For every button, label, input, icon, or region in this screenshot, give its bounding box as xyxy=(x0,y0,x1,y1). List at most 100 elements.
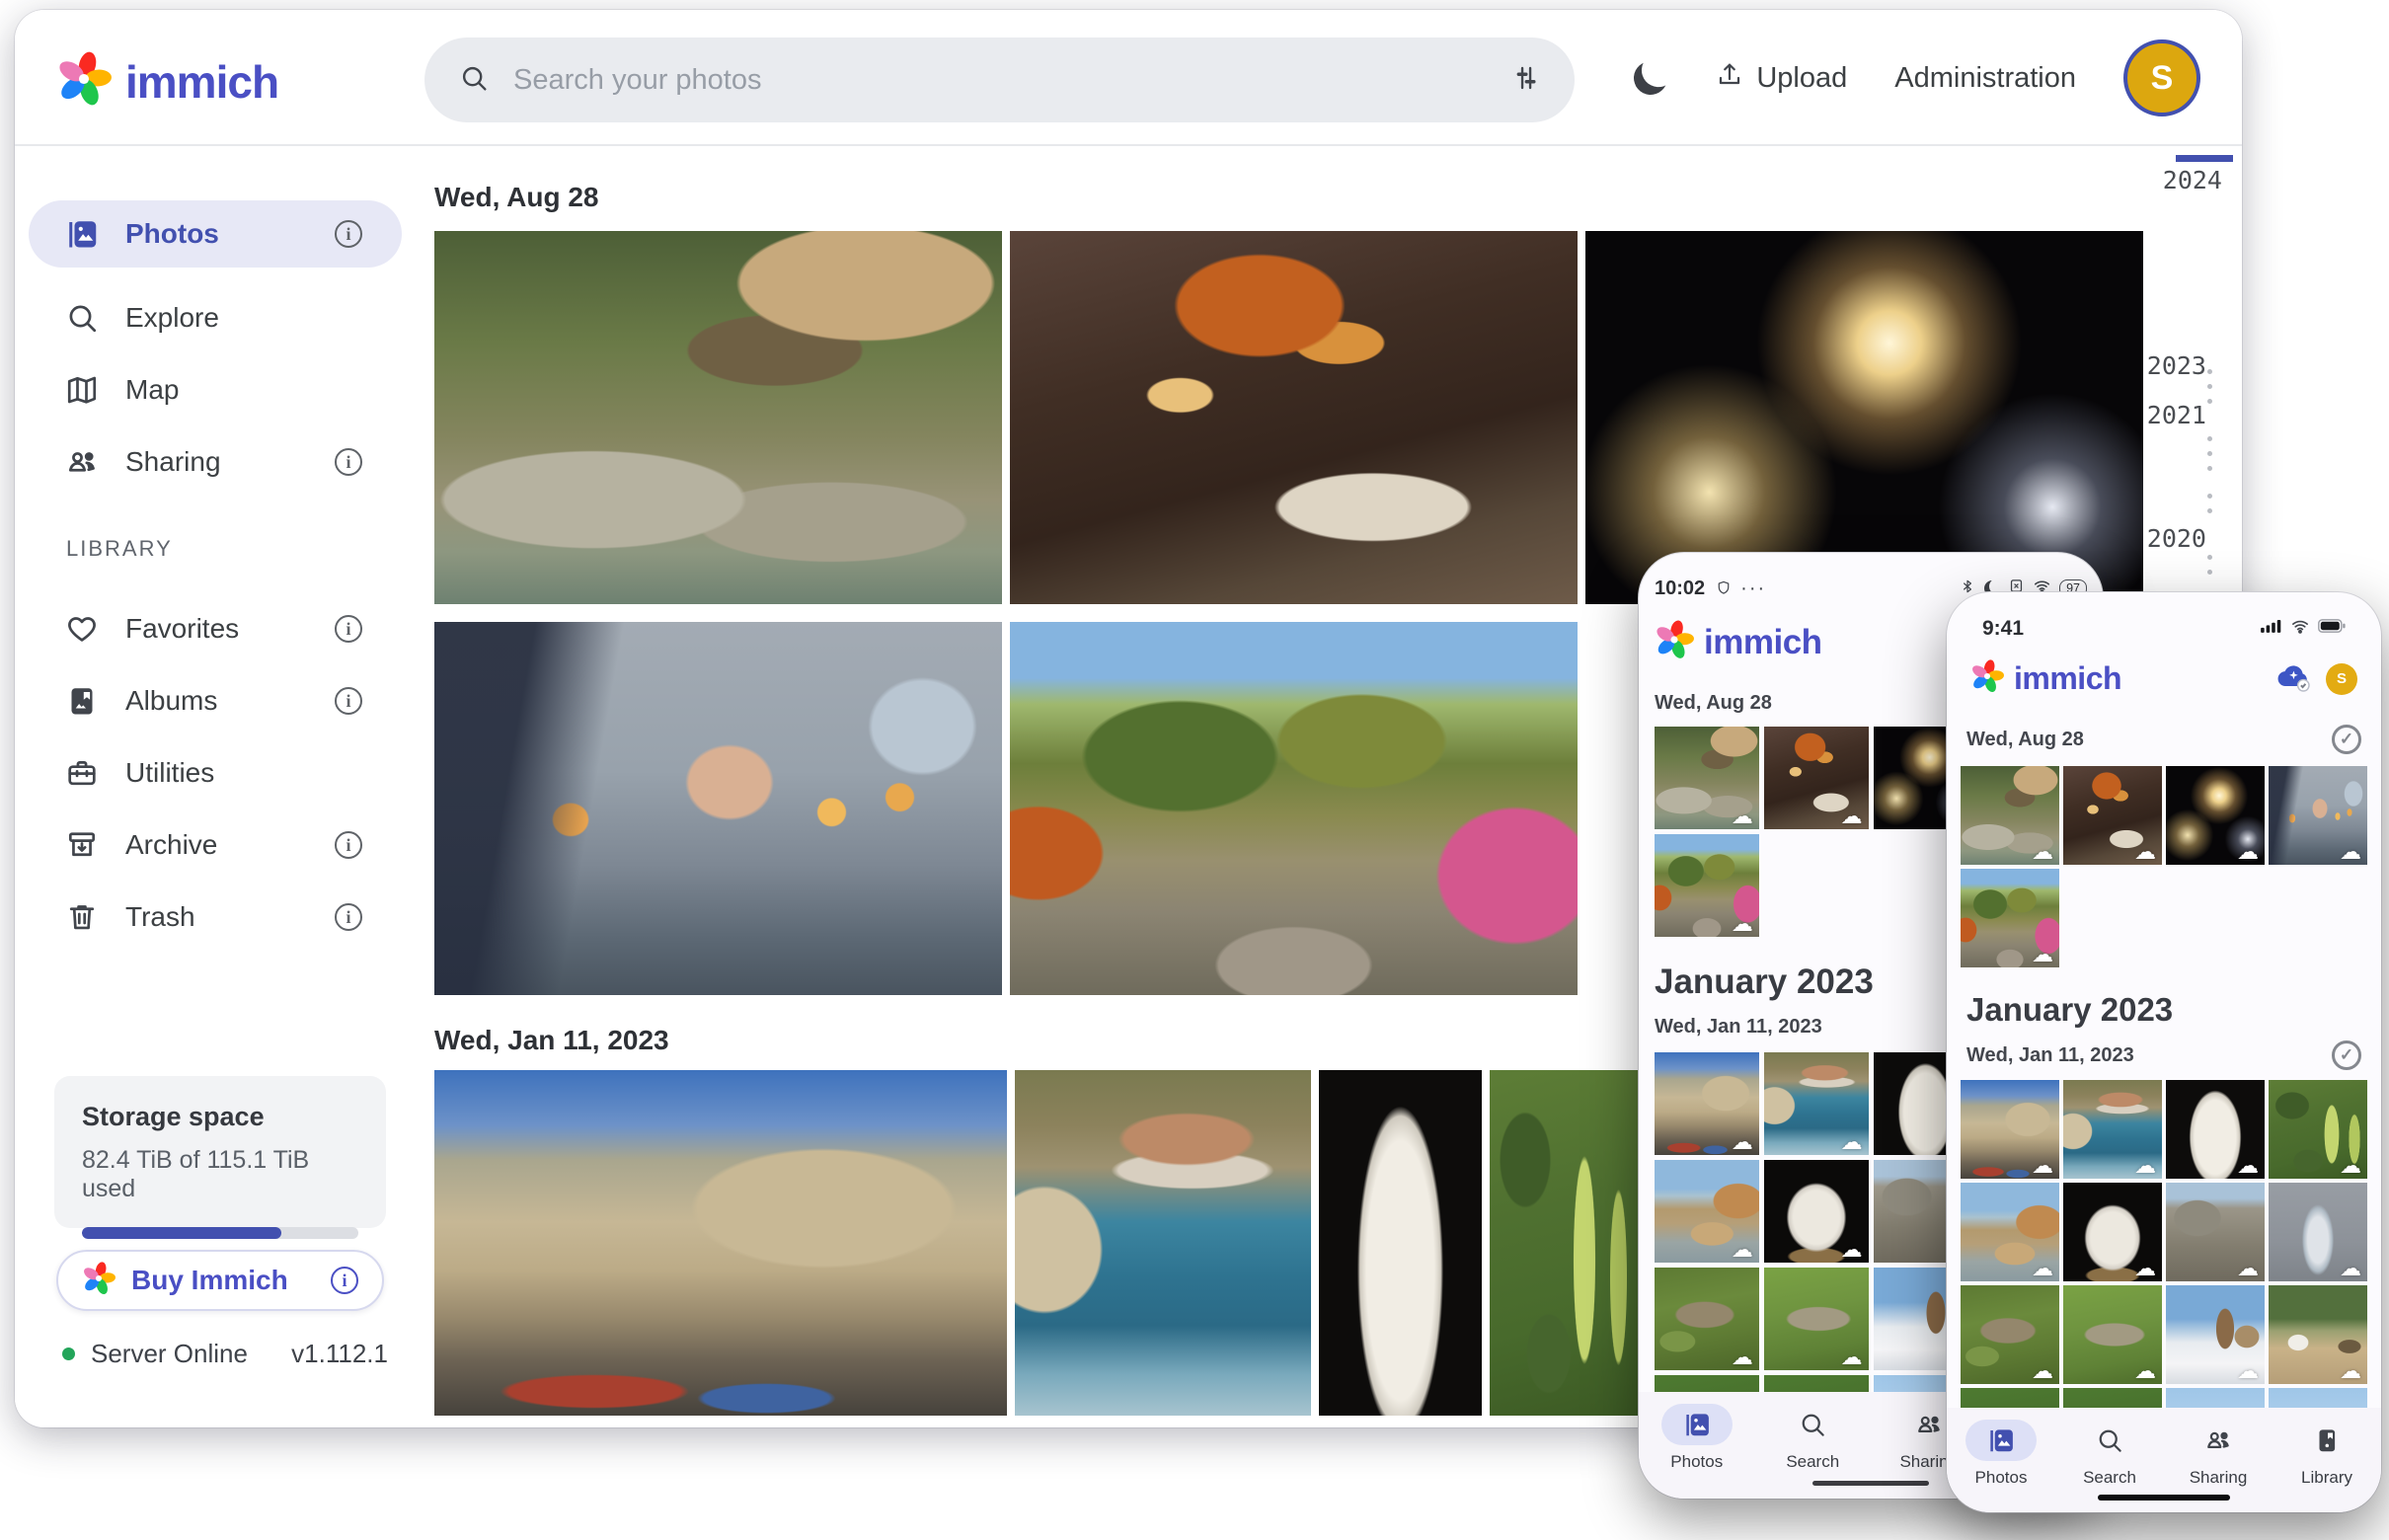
photo-thumbnail-coast[interactable]: ☁ xyxy=(2063,1080,2162,1179)
sidebar-item-explore[interactable]: Explore xyxy=(29,284,402,351)
photo-thumbnail-path[interactable] xyxy=(1010,622,1578,995)
photo-thumbnail-lizard2[interactable]: ☁ xyxy=(1764,1268,1869,1370)
search-bar[interactable] xyxy=(424,38,1575,122)
cloud-backup-icon: ☁ xyxy=(2134,1360,2156,1382)
home-indicator[interactable] xyxy=(1812,1481,1929,1486)
search-input[interactable] xyxy=(513,64,1486,97)
photo-thumbnail-monkeys[interactable]: ☁ xyxy=(1961,766,2059,865)
nav-item-search[interactable]: Search xyxy=(1777,1404,1848,1472)
select-all-check-icon[interactable]: ✓ xyxy=(2332,725,2361,754)
date-header-row: Wed, Aug 28 ✓ xyxy=(1961,725,2367,754)
photo-thumbnail-lizard[interactable]: ☁ xyxy=(1655,1268,1759,1370)
photo-thumbnail-dinner[interactable] xyxy=(1010,231,1578,604)
home-indicator[interactable] xyxy=(2098,1495,2230,1501)
timeline-year-2020[interactable]: 2020 xyxy=(2147,524,2206,553)
select-all-check-icon[interactable]: ✓ xyxy=(2332,1040,2361,1070)
sidebar-item-map[interactable]: Map xyxy=(29,356,402,424)
photo-thumbnail-fortress[interactable]: ☁ xyxy=(1655,1052,1759,1155)
nav-item-search[interactable]: Search xyxy=(2074,1420,2145,1488)
immich-logo[interactable]: immich xyxy=(56,51,278,112)
photo-thumbnail-snowy[interactable]: ☁ xyxy=(2166,1285,2265,1384)
timeline-year-2021[interactable]: 2021 xyxy=(2147,401,2206,429)
timeline-year-2023[interactable]: 2023 xyxy=(2147,351,2206,380)
nav-item-photos[interactable]: Photos xyxy=(1661,1404,1733,1472)
photos-icon xyxy=(64,216,100,252)
photo-thumbnail-beach[interactable]: ☁ xyxy=(1655,1160,1759,1263)
sidebar-item-utilities[interactable]: Utilities xyxy=(29,739,402,807)
upload-icon xyxy=(1715,59,1744,97)
nav-item-sharing[interactable]: Sharing xyxy=(2183,1420,2254,1488)
user-avatar[interactable]: S xyxy=(2326,663,2357,695)
info-icon[interactable]: i xyxy=(335,615,362,643)
photo-thumbnail-fruit[interactable]: ☁ xyxy=(2269,1080,2367,1179)
cloud-backup-icon: ☁ xyxy=(2237,1155,2259,1177)
photo-thumbnail-coast[interactable] xyxy=(1015,1070,1311,1416)
cloud-backup-icon: ☁ xyxy=(1732,913,1753,935)
photo-thumbnail-monkeys[interactable] xyxy=(434,231,1002,604)
cloud-backup-icon: ☁ xyxy=(2340,841,2361,863)
cloud-backup-icon: ☁ xyxy=(2032,1360,2053,1382)
photo-thumbnail-fruit[interactable] xyxy=(1490,1070,1638,1416)
cloud-backup-icon: ☁ xyxy=(1841,1131,1863,1153)
photo-thumbnail-fireworks[interactable]: ☁ xyxy=(2166,766,2265,865)
sidebar-item-label: Favorites xyxy=(125,613,239,645)
administration-link[interactable]: Administration xyxy=(1894,62,2076,95)
photo-thumbnail-lizard2[interactable]: ☁ xyxy=(2063,1285,2162,1384)
photo-thumbnail-bust[interactable]: ☁ xyxy=(2166,1080,2265,1179)
search-icon xyxy=(2074,1420,2145,1461)
upload-button[interactable]: Upload xyxy=(1715,59,1847,97)
sidebar-item-photos[interactable]: Photosi xyxy=(29,200,402,268)
photo-thumbnail-fortress[interactable]: ☁ xyxy=(1961,1080,2059,1179)
photo-thumbnail-path[interactable]: ☁ xyxy=(1655,834,1759,937)
dark-mode-toggle-moon-icon[interactable] xyxy=(1630,57,1672,100)
sharing-icon xyxy=(64,444,100,480)
user-avatar[interactable]: S xyxy=(2123,39,2200,116)
photo-thumbnail-hands[interactable] xyxy=(434,622,1002,995)
sidebar-item-trash[interactable]: Trashi xyxy=(29,884,402,951)
info-icon[interactable]: i xyxy=(335,831,362,859)
sidebar-item-albums[interactable]: Albumsi xyxy=(29,667,402,734)
status-time: 9:41 xyxy=(1982,617,2024,641)
cloud-backup-icon: ☁ xyxy=(2340,1258,2361,1279)
timeline-year-current[interactable]: 2024 xyxy=(2163,166,2222,194)
photo-thumbnail-path[interactable]: ☁ xyxy=(1961,869,2059,967)
search-filter-icon[interactable] xyxy=(1509,62,1541,99)
photo-thumbnail-dinner[interactable]: ☁ xyxy=(2063,766,2162,865)
photo-thumbnail-monkeys[interactable]: ☁ xyxy=(1655,727,1759,829)
photo-thumbnail-stone[interactable]: ☁ xyxy=(1764,1160,1869,1263)
photo-thumbnail-alpine[interactable]: ☁ xyxy=(2269,1285,2367,1384)
photo-thumbnail-lizard[interactable]: ☁ xyxy=(1961,1285,2059,1384)
nav-item-library[interactable]: Library xyxy=(2291,1420,2362,1488)
immich-flower-icon xyxy=(1970,659,2004,698)
info-icon[interactable]: i xyxy=(335,220,362,248)
nav-label: Photos xyxy=(1975,1468,2028,1488)
photo-thumbnail-hands[interactable]: ☁ xyxy=(2269,766,2367,865)
photo-thumbnail-coast[interactable]: ☁ xyxy=(1764,1052,1869,1155)
administration-label: Administration xyxy=(1894,62,2076,95)
info-icon[interactable]: i xyxy=(331,1267,358,1294)
date-group-header: Wed, Aug 28 xyxy=(434,182,2143,213)
photo-thumbnail-ornament[interactable]: ☁ xyxy=(2269,1183,2367,1281)
cellular-bars-icon xyxy=(2261,618,2282,639)
photo-thumbnail-bust[interactable] xyxy=(1319,1070,1482,1416)
photo-thumbnail-ruin[interactable]: ☁ xyxy=(2166,1183,2265,1281)
sidebar-item-archive[interactable]: Archivei xyxy=(29,811,402,879)
photo-thumbnail-stone[interactable]: ☁ xyxy=(2063,1183,2162,1281)
sidebar-item-sharing[interactable]: Sharingi xyxy=(29,428,402,496)
header-actions: Upload Administration S xyxy=(1634,10,2200,146)
buy-immich-button[interactable]: Buy Immich i xyxy=(56,1250,384,1311)
backup-cloud-icon[interactable] xyxy=(2274,656,2314,701)
more-dots-icon: ··· xyxy=(1740,578,1766,600)
sidebar-item-label: Map xyxy=(125,374,179,406)
photo-thumbnail-beach[interactable]: ☁ xyxy=(1961,1183,2059,1281)
info-icon[interactable]: i xyxy=(335,903,362,931)
photo-thumbnail-fortress[interactable] xyxy=(434,1070,1007,1416)
info-icon[interactable]: i xyxy=(335,448,362,476)
timeline-position-bar[interactable] xyxy=(2176,155,2233,162)
sidebar-item-favorites[interactable]: Favorites i xyxy=(29,595,402,662)
info-icon[interactable]: i xyxy=(335,687,362,715)
battery-icon xyxy=(2318,619,2346,638)
photo-thumbnail-fireworks[interactable] xyxy=(1585,231,2143,604)
nav-item-photos[interactable]: Photos xyxy=(1965,1420,2037,1488)
photo-thumbnail-dinner[interactable]: ☁ xyxy=(1764,727,1869,829)
